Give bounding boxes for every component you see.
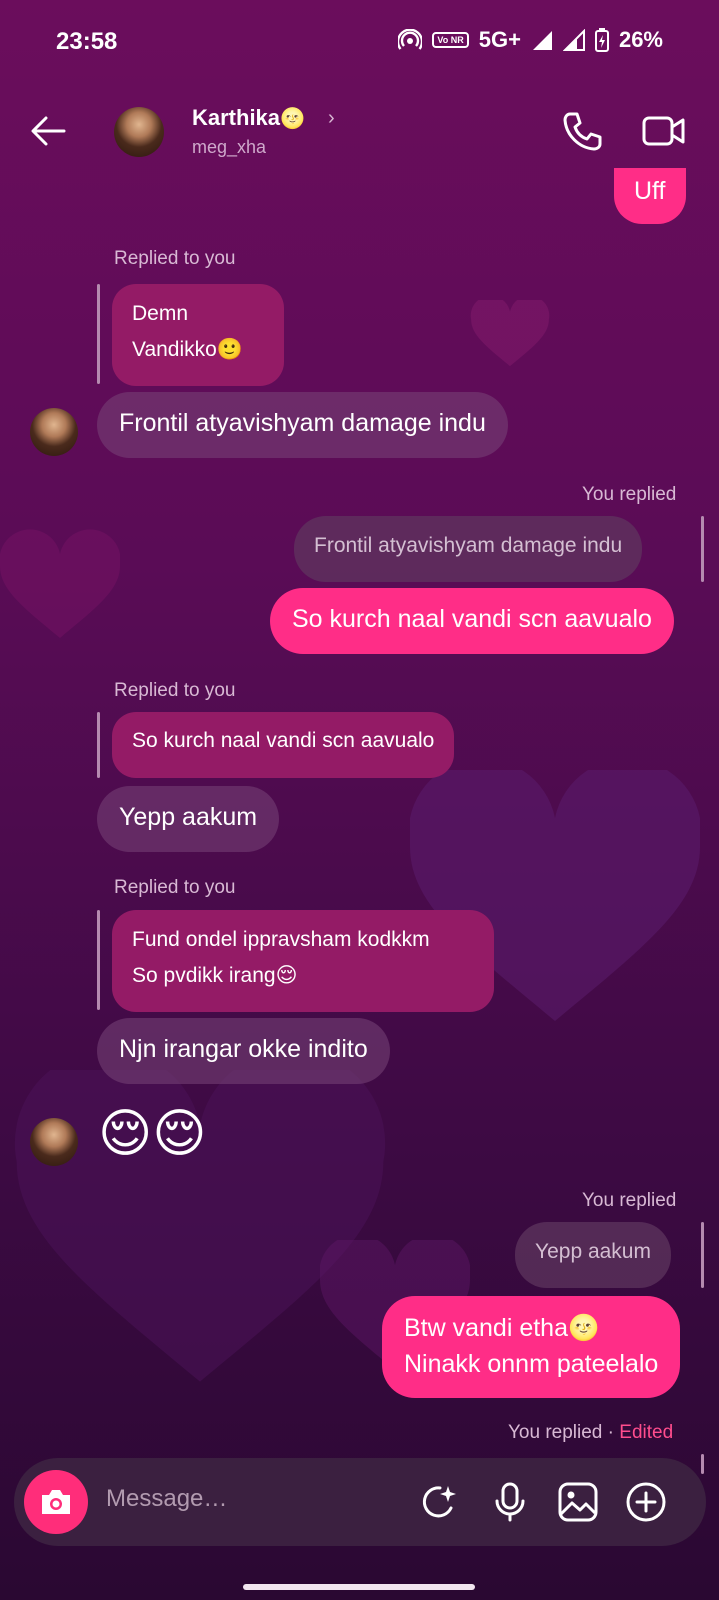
- reply-label: Replied to you: [114, 680, 236, 701]
- status-bar: 23:58 Vo NR 5G+ 26%: [0, 0, 719, 80]
- message-bubble-incoming[interactable]: Yepp aakum: [97, 786, 280, 852]
- reply-line: [97, 910, 100, 1010]
- emoji-message[interactable]: 😌😌: [98, 1104, 206, 1164]
- edited-label: Edited: [619, 1422, 674, 1443]
- chat-header: Karthika🌝 › meg_xha: [0, 95, 719, 175]
- message-bubble-outgoing[interactable]: Uff: [614, 168, 686, 224]
- signal-icon-2: [562, 29, 585, 51]
- message-bubble-incoming[interactable]: Frontil atyavishyam damage indu: [97, 392, 508, 458]
- phone-icon[interactable]: [560, 109, 604, 153]
- signal-icon: [532, 31, 552, 50]
- reply-line: [701, 516, 704, 582]
- reply-line: [97, 284, 100, 384]
- network-type: 5G+: [478, 27, 521, 52]
- reply-label: You replied · Edited: [508, 1422, 674, 1443]
- reply-line: [97, 712, 100, 778]
- microphone-icon[interactable]: [488, 1480, 532, 1524]
- quoted-message[interactable]: So kurch naal vandi scn aavualo: [112, 712, 455, 778]
- message-bubble-incoming[interactable]: Njn irangar okke indito: [97, 1018, 390, 1084]
- back-arrow-icon[interactable]: [26, 109, 70, 153]
- message-bubble-outgoing[interactable]: So kurch naal vandi scn aavualo: [270, 588, 674, 654]
- reply-label: Replied to you: [114, 877, 236, 898]
- status-time: 23:58: [56, 28, 118, 55]
- avatar[interactable]: [114, 107, 164, 157]
- quoted-message[interactable]: Yepp aakum: [515, 1222, 671, 1288]
- quoted-message[interactable]: Demn Vandikko🙂: [112, 284, 284, 386]
- sparkle-sticker-icon[interactable]: [418, 1480, 462, 1524]
- camera-button[interactable]: [24, 1470, 88, 1534]
- status-icons: Vo NR 5G+ 26%: [398, 27, 663, 53]
- message-input[interactable]: [104, 1484, 368, 1514]
- reply-line: [701, 1222, 704, 1288]
- reply-line: [701, 1454, 704, 1474]
- home-indicator[interactable]: [243, 1584, 475, 1590]
- name-emoji: 🌝: [280, 108, 305, 130]
- add-icon[interactable]: [624, 1480, 668, 1524]
- gallery-icon[interactable]: [556, 1480, 600, 1524]
- reply-label: Replied to you: [114, 248, 236, 269]
- hotspot-icon: [398, 29, 423, 50]
- contact-name[interactable]: Karthika🌝: [192, 105, 305, 131]
- volte-badge: Vo NR: [432, 32, 469, 48]
- camera-icon: [42, 1490, 70, 1514]
- battery-percent: 26%: [618, 27, 663, 52]
- chevron-right-icon[interactable]: ›: [328, 107, 335, 130]
- message-composer: [14, 1458, 706, 1546]
- avatar[interactable]: [30, 1118, 78, 1166]
- quoted-message[interactable]: Fund ondel ippravsham kodkkm So pvdikk ir…: [112, 910, 494, 1012]
- avatar[interactable]: [30, 408, 78, 456]
- battery-icon: [594, 28, 609, 52]
- quoted-message[interactable]: Frontil atyavishyam damage indu: [294, 516, 643, 582]
- message-bubble-outgoing[interactable]: Btw vandi etha🌝 Ninakk onnm pateelalo: [382, 1296, 681, 1398]
- reply-label: You replied: [582, 484, 677, 505]
- reply-label: You replied: [582, 1190, 677, 1211]
- video-call-icon[interactable]: [640, 109, 688, 153]
- contact-username: meg_xha: [192, 137, 267, 157]
